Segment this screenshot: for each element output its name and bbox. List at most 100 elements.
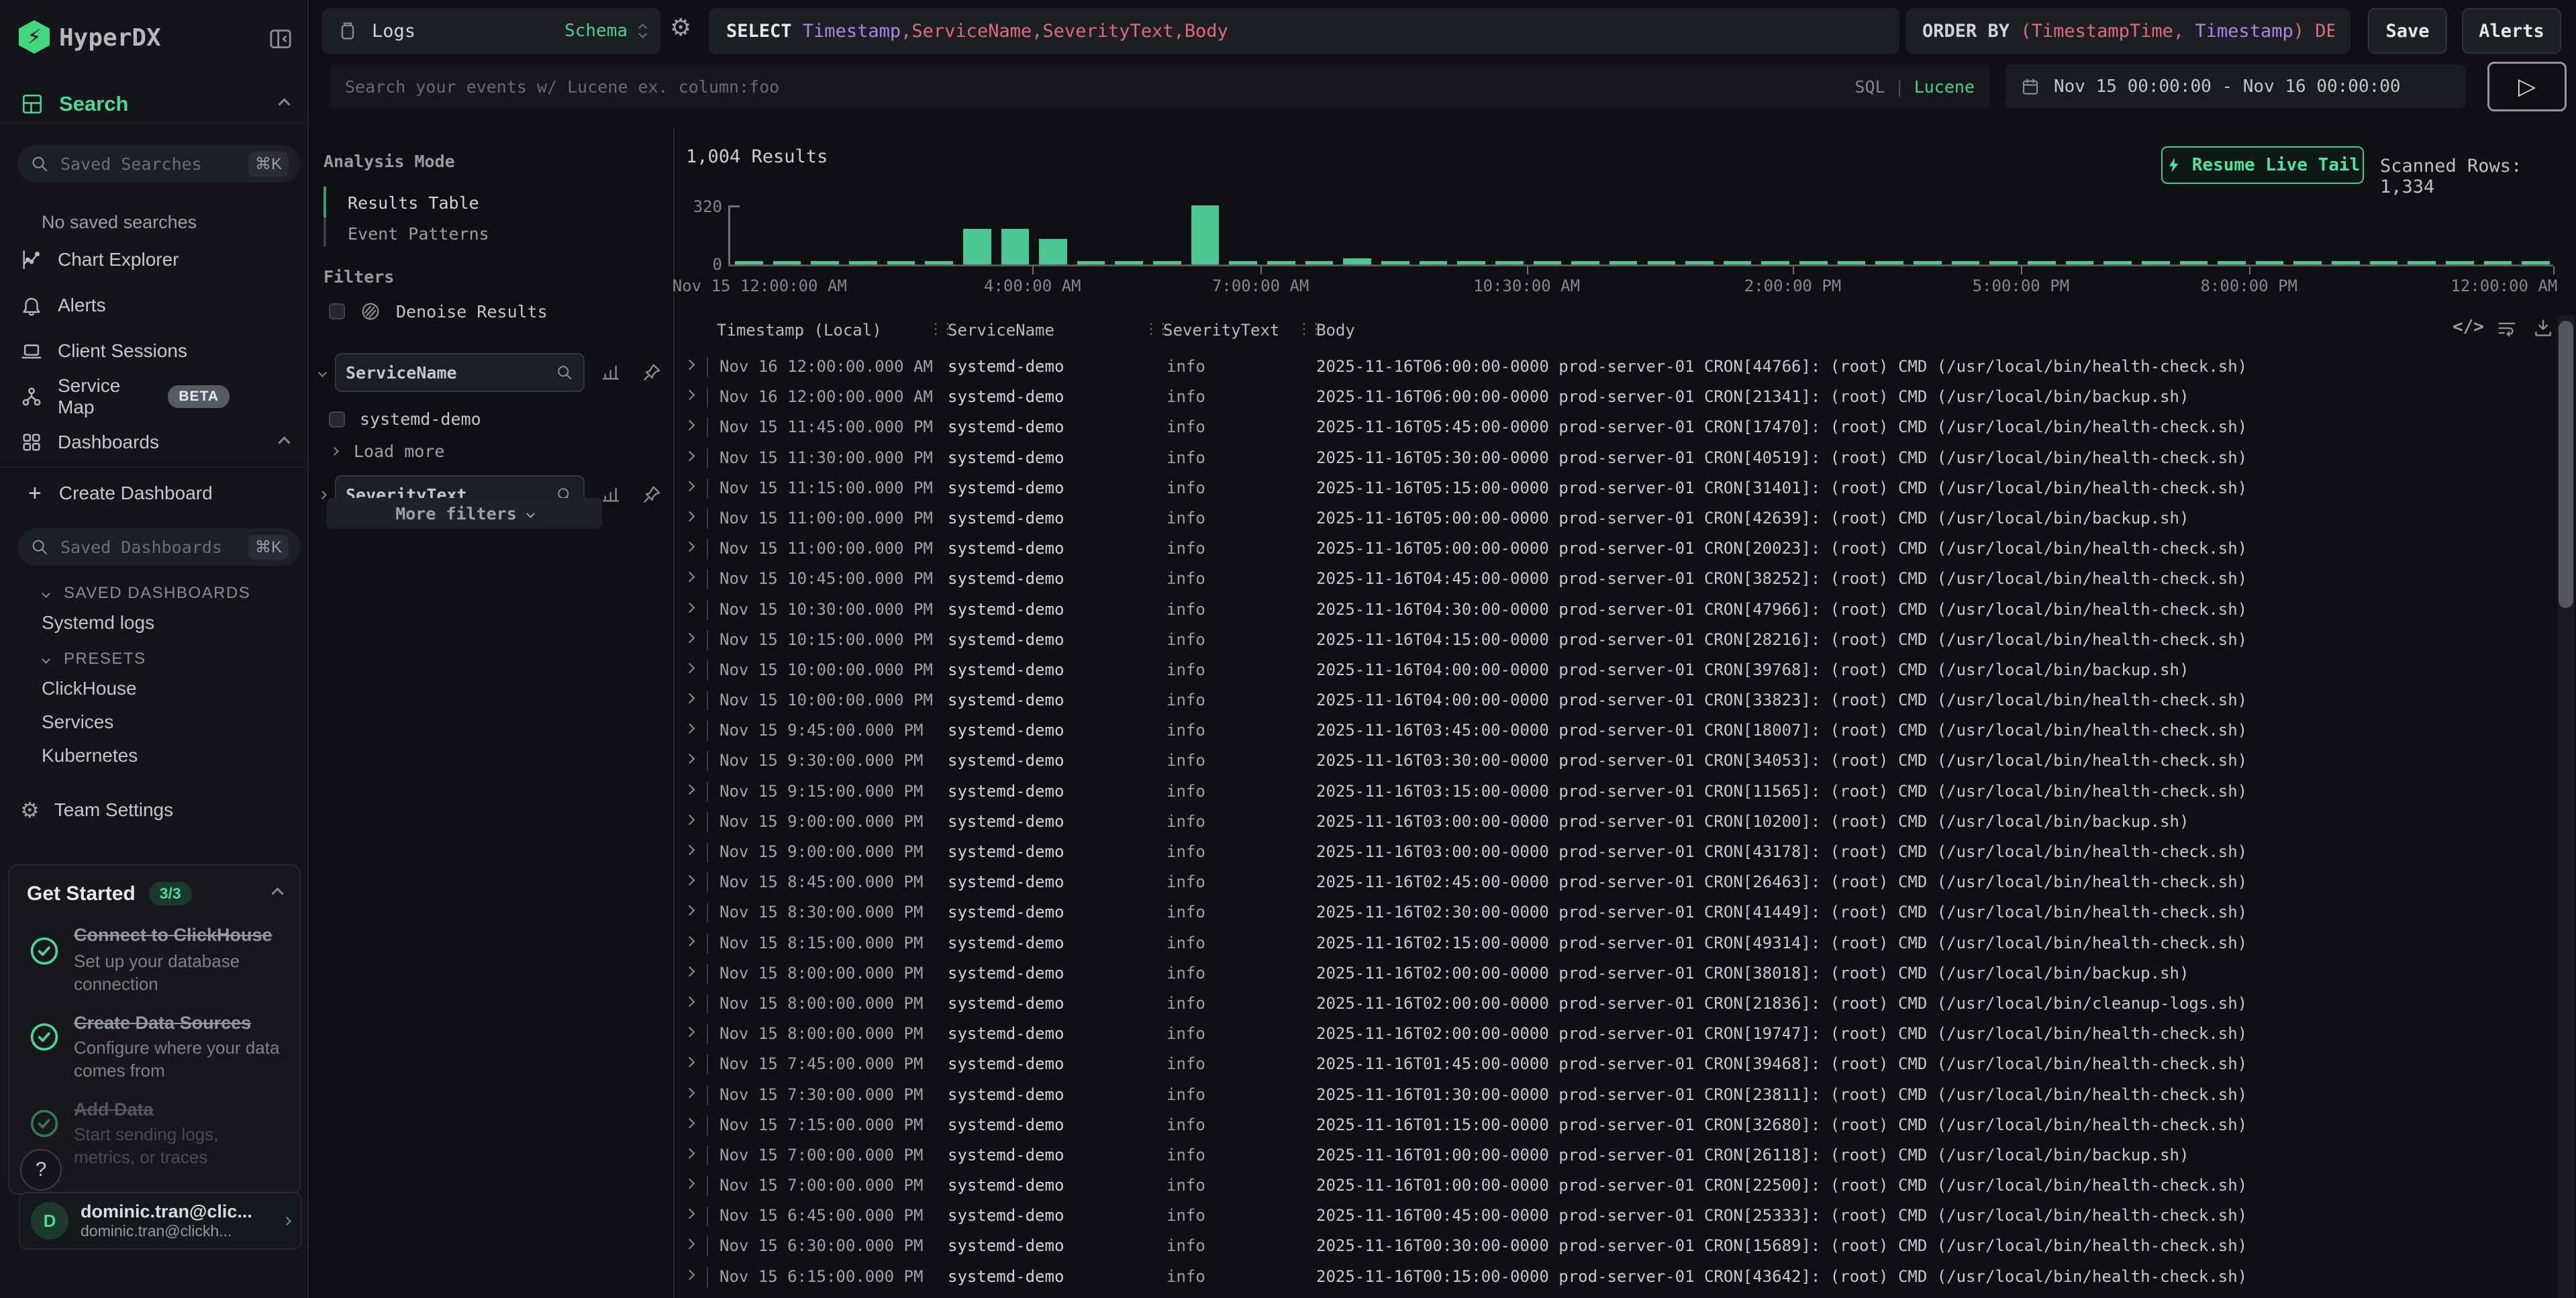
- table-row[interactable]: Nov 15 10:00:00.000 PMsystemd-demoinfo20…: [675, 655, 2559, 685]
- saved-dashboards-input[interactable]: Saved Dashboards ⌘K: [17, 528, 301, 566]
- language-toggle-sql[interactable]: SQL: [1854, 77, 1885, 97]
- expand-row-icon[interactable]: [685, 875, 695, 886]
- expand-row-icon[interactable]: [685, 663, 695, 674]
- table-row[interactable]: Nov 15 8:00:00.000 PMsystemd-demoinfo202…: [675, 989, 2559, 1019]
- expand-row-icon[interactable]: [685, 511, 695, 522]
- expand-row-icon[interactable]: [685, 1027, 695, 1038]
- expand-row-icon[interactable]: [685, 1269, 695, 1280]
- load-more-button[interactable]: Load more: [332, 442, 444, 461]
- expand-row-icon[interactable]: [685, 936, 695, 946]
- sidebar-item-client-sessions[interactable]: Client Sessions: [0, 334, 309, 368]
- alerts-button[interactable]: Alerts: [2462, 8, 2561, 54]
- code-view-icon[interactable]: </>: [2453, 317, 2484, 337]
- expand-row-icon[interactable]: [685, 360, 695, 370]
- expand-row-icon[interactable]: [685, 784, 695, 795]
- column-header-timestamp[interactable]: Timestamp (Local): [717, 321, 882, 340]
- expand-row-icon[interactable]: [685, 602, 695, 613]
- expand-row-icon[interactable]: [685, 1148, 695, 1159]
- expand-row-icon[interactable]: [685, 966, 695, 977]
- expand-row-icon[interactable]: [685, 390, 695, 401]
- denoise-results-row[interactable]: Denoise Results: [329, 301, 548, 322]
- bar-chart-icon[interactable]: [601, 362, 622, 383]
- table-row[interactable]: Nov 15 6:45:00.000 PMsystemd-demoinfo202…: [675, 1201, 2559, 1231]
- sidebar-item-chart-explorer[interactable]: Chart Explorer: [0, 243, 309, 277]
- get-started-item[interactable]: Add Data Start sending logs, metrics, or…: [27, 1099, 282, 1168]
- table-row[interactable]: Nov 15 9:15:00.000 PMsystemd-demoinfo202…: [675, 777, 2559, 807]
- run-query-button[interactable]: ▷: [2487, 62, 2567, 111]
- table-row[interactable]: Nov 15 10:45:00.000 PMsystemd-demoinfo20…: [675, 564, 2559, 594]
- sidebar-item-team-settings[interactable]: ⚙ Team Settings: [0, 793, 309, 827]
- scrollbar-thumb[interactable]: [2559, 321, 2573, 608]
- pin-icon[interactable]: [641, 484, 662, 505]
- systemd-demo-checkbox[interactable]: [329, 411, 345, 428]
- table-row[interactable]: Nov 15 9:00:00.000 PMsystemd-demoinfo202…: [675, 807, 2559, 837]
- table-row[interactable]: Nov 15 9:30:00.000 PMsystemd-demoinfo202…: [675, 746, 2559, 776]
- search-input[interactable]: Search your events w/ Lucene ex. column:…: [329, 64, 1991, 109]
- chevron-right-icon[interactable]: [318, 491, 327, 499]
- mode-results-table[interactable]: Results Table: [348, 193, 479, 213]
- sidebar-item-service-map[interactable]: Service Map BETA: [0, 380, 309, 413]
- expand-row-icon[interactable]: [685, 845, 695, 856]
- expand-row-icon[interactable]: [685, 1239, 695, 1250]
- get-started-item[interactable]: Create Data Sources Configure where your…: [27, 1013, 282, 1082]
- expand-row-icon[interactable]: [685, 997, 695, 1007]
- expand-row-icon[interactable]: [685, 754, 695, 764]
- order-by-input[interactable]: ORDER BY (TimestampTime, Timestamp) DESC: [1906, 8, 2350, 54]
- table-row[interactable]: Nov 16 12:00:00.000 AMsystemd-demoinfo20…: [675, 382, 2559, 412]
- chevron-up-icon[interactable]: [278, 436, 290, 448]
- sidebar-item-clickhouse[interactable]: ClickHouse: [0, 674, 309, 703]
- sidebar-item-search[interactable]: Search: [0, 86, 309, 123]
- table-row[interactable]: Nov 15 8:45:00.000 PMsystemd-demoinfo202…: [675, 867, 2559, 897]
- presets-section[interactable]: PRESETS: [0, 644, 309, 674]
- table-row[interactable]: Nov 15 11:00:00.000 PMsystemd-demoinfo20…: [675, 503, 2559, 534]
- select-query-input[interactable]: SELECT Timestamp,ServiceName,SeverityTex…: [709, 8, 1899, 54]
- bar-chart-icon[interactable]: [601, 484, 622, 505]
- column-header-severitytext[interactable]: SeverityText: [1163, 321, 1279, 340]
- resume-live-tail-button[interactable]: Resume Live Tail: [2161, 146, 2364, 184]
- table-row[interactable]: Nov 15 9:45:00.000 PMsystemd-demoinfo202…: [675, 715, 2559, 746]
- source-select[interactable]: Logs Schema: [322, 8, 660, 54]
- query-settings-gear-icon[interactable]: ⚙: [670, 13, 691, 42]
- sidebar-item-services[interactable]: Services: [0, 707, 309, 737]
- table-row[interactable]: Nov 15 7:45:00.000 PMsystemd-demoinfo202…: [675, 1049, 2559, 1079]
- table-row[interactable]: Nov 15 6:15:00.000 PMsystemd-demoinfo202…: [675, 1262, 2559, 1292]
- expand-row-icon[interactable]: [685, 1117, 695, 1128]
- user-menu[interactable]: D dominic.tran@clic... dominic.tran@clic…: [19, 1192, 302, 1250]
- table-row[interactable]: Nov 15 8:15:00.000 PMsystemd-demoinfo202…: [675, 928, 2559, 958]
- expand-row-icon[interactable]: [685, 1209, 695, 1219]
- table-row[interactable]: Nov 15 8:30:00.000 PMsystemd-demoinfo202…: [675, 897, 2559, 928]
- table-row[interactable]: Nov 15 7:15:00.000 PMsystemd-demoinfo202…: [675, 1110, 2559, 1140]
- sidebar-item-dashboards[interactable]: Dashboards: [0, 426, 309, 459]
- table-row[interactable]: Nov 15 11:30:00.000 PMsystemd-demoinfo20…: [675, 443, 2559, 473]
- expand-row-icon[interactable]: [685, 1087, 695, 1098]
- table-row[interactable]: Nov 15 9:00:00.000 PMsystemd-demoinfo202…: [675, 837, 2559, 867]
- saved-searches-input[interactable]: Saved Searches ⌘K: [17, 145, 301, 183]
- table-row[interactable]: Nov 15 8:00:00.000 PMsystemd-demoinfo202…: [675, 1019, 2559, 1049]
- save-button[interactable]: Save: [2368, 8, 2447, 54]
- chevron-up-icon[interactable]: [271, 887, 283, 899]
- expand-row-icon[interactable]: [685, 815, 695, 826]
- expand-row-icon[interactable]: [685, 693, 695, 704]
- service-filter-option[interactable]: systemd-demo: [329, 409, 481, 429]
- pin-icon[interactable]: [641, 362, 662, 383]
- expand-row-icon[interactable]: [685, 905, 695, 916]
- table-row[interactable]: Nov 15 10:15:00.000 PMsystemd-demoinfo20…: [675, 625, 2559, 655]
- chevron-down-icon[interactable]: [318, 368, 327, 377]
- expand-row-icon[interactable]: [685, 1057, 695, 1068]
- expand-row-icon[interactable]: [685, 542, 695, 552]
- table-row[interactable]: Nov 15 10:30:00.000 PMsystemd-demoinfo20…: [675, 595, 2559, 625]
- table-row[interactable]: Nov 15 6:30:00.000 PMsystemd-demoinfo202…: [675, 1231, 2559, 1261]
- wrap-lines-icon[interactable]: [2495, 317, 2518, 344]
- saved-dashboards-section[interactable]: SAVED DASHBOARDS: [0, 579, 309, 608]
- table-row[interactable]: Nov 15 11:15:00.000 PMsystemd-demoinfo20…: [675, 473, 2559, 503]
- table-row[interactable]: Nov 15 11:45:00.000 PMsystemd-demoinfo20…: [675, 412, 2559, 442]
- table-row[interactable]: Nov 15 7:00:00.000 PMsystemd-demoinfo202…: [675, 1170, 2559, 1201]
- scrollbar-track[interactable]: [2557, 315, 2575, 1298]
- expand-row-icon[interactable]: [685, 481, 695, 491]
- help-button[interactable]: ?: [20, 1149, 62, 1191]
- sidebar-item-systemd-logs[interactable]: Systemd logs: [0, 608, 309, 638]
- expand-row-icon[interactable]: [685, 632, 695, 643]
- table-row[interactable]: Nov 15 7:30:00.000 PMsystemd-demoinfo202…: [675, 1080, 2559, 1110]
- sidebar-item-kubernetes[interactable]: Kubernetes: [0, 741, 309, 770]
- table-row[interactable]: Nov 15 10:00:00.000 PMsystemd-demoinfo20…: [675, 685, 2559, 715]
